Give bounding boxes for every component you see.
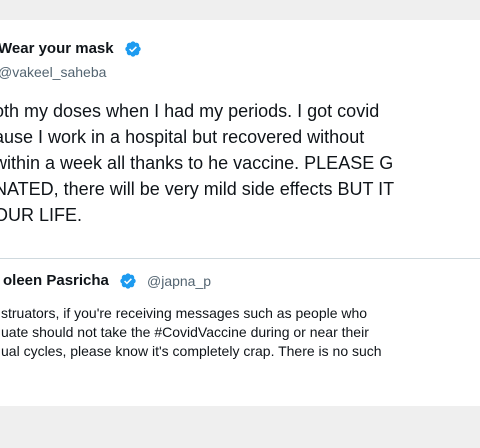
tweet-card: Wear your mask @vakeel_saheba oth my dos… <box>0 20 480 406</box>
quoted-tweet-text: struators, if you're receiving messages … <box>1 304 480 361</box>
quoted-text-line: struators, if you're receiving messages … <box>1 305 368 321</box>
bottom-background <box>0 406 480 448</box>
tweet-text-line: ause I work in a hospital but recovered … <box>0 127 365 147</box>
quoted-text-line: uate should not take the #CovidVaccine d… <box>1 324 369 340</box>
tweet-text-line: within a week all thanks to he vaccine. … <box>0 153 394 173</box>
quoted-author-handle: @japna_p <box>147 273 212 289</box>
verified-badge-icon <box>125 41 141 57</box>
author-display-name[interactable]: Wear your mask <box>0 40 114 57</box>
tweet-text-line: oth my doses when I had my periods. I go… <box>0 101 380 121</box>
tweet-text-line: NATED, there will be very mild side effe… <box>0 179 395 199</box>
quoted-text-line: ual cycles, please know it's completely … <box>1 343 382 359</box>
quoted-tweet-card[interactable]: oleen Pasricha @japna_p struators, if yo… <box>0 258 480 406</box>
author-handle[interactable]: @vakeel_saheba <box>0 64 106 80</box>
tweet-text-line: OUR LIFE. <box>0 205 83 225</box>
tweet-text: oth my doses when I had my periods. I go… <box>0 98 480 228</box>
quoted-author-display-name: oleen Pasricha <box>3 272 109 289</box>
top-background <box>0 0 480 20</box>
verified-badge-icon <box>120 273 136 289</box>
